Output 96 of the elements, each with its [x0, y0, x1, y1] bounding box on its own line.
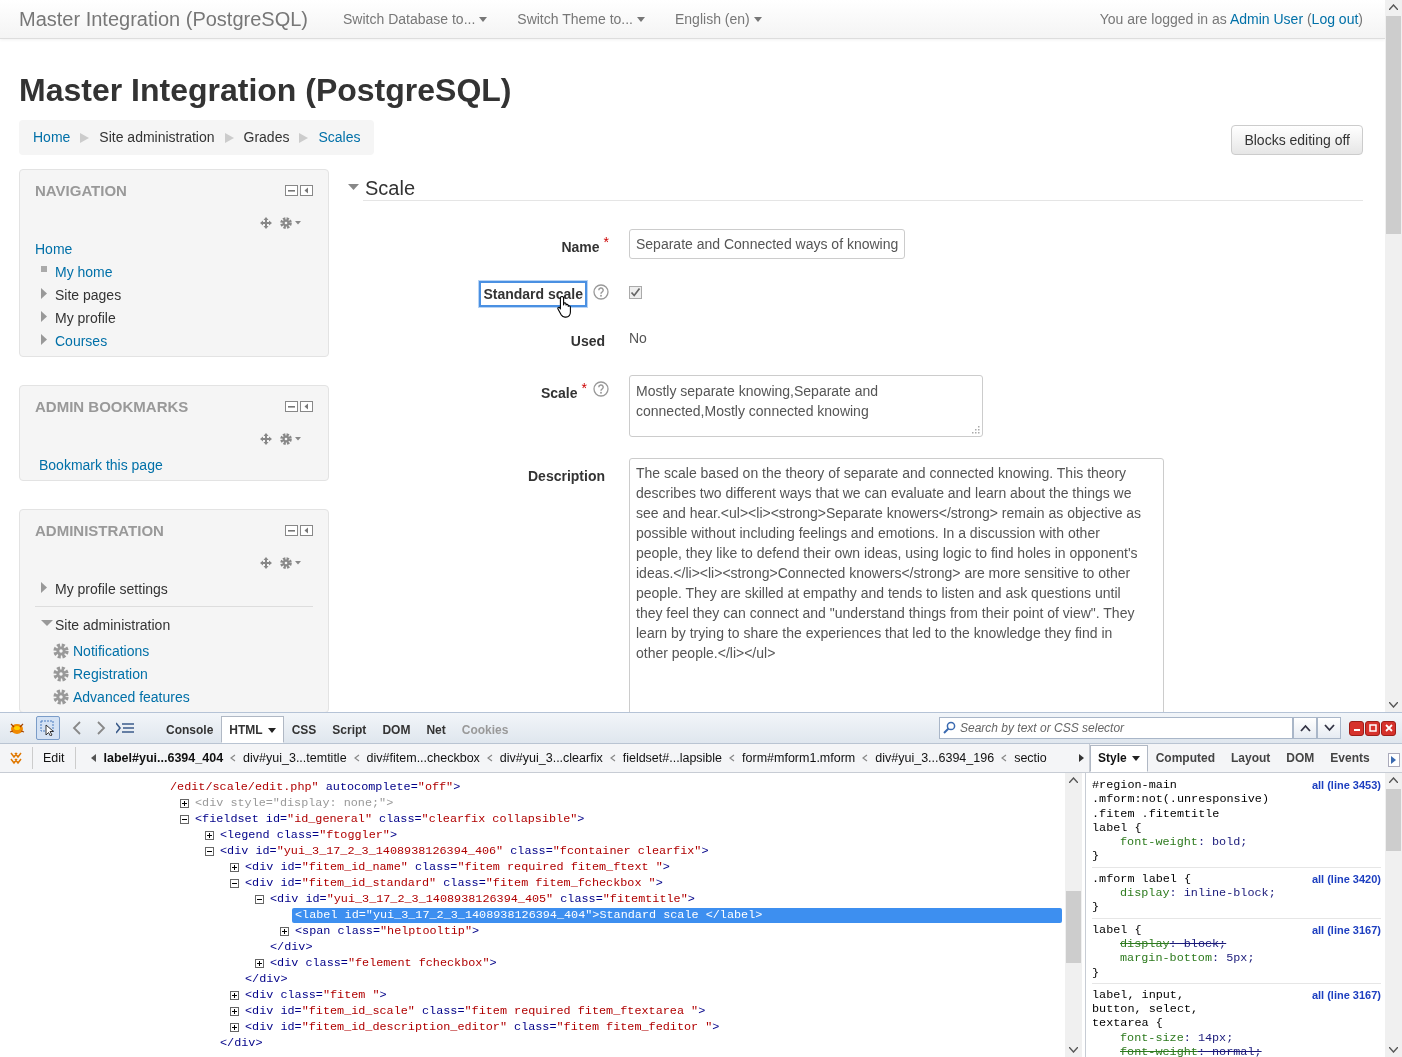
html-line[interactable]: <div id="yui_3_17_2_3_1408938126394_406" class="fcontainer clearfix"> [217, 843, 712, 859]
nav-link[interactable]: My home [55, 263, 113, 280]
block-title: ADMINISTRATION [35, 521, 164, 539]
path-item[interactable]: fieldset#...lapsible [622, 751, 723, 765]
breadcrumb-item: Site administration [99, 128, 215, 147]
html-line[interactable]: /edit/scale/edit.php" autocomplete="off"> [167, 779, 464, 795]
css-property[interactable]: font-weight: normal; [1092, 1045, 1381, 1057]
scale-field[interactable]: Mostly separate knowing,Separate and connected,Mostly connected knowing [629, 375, 983, 437]
nav-menu[interactable]: Switch Database to... [343, 11, 488, 27]
path-item[interactable]: div#yui_3...temtitle [243, 751, 347, 765]
breadcrumb-item: Grades [243, 128, 290, 147]
nav-link[interactable]: Bookmark this page [39, 456, 163, 473]
css-brace: } [1092, 849, 1101, 864]
css-source-link[interactable]: all (line 3420) [1311, 871, 1381, 887]
side-tab[interactable]: DOM [1278, 745, 1323, 772]
field-label: Scale [539, 384, 579, 403]
html-line[interactable]: <div id="fitem_id_description_editor" class="fitem fitem_feditor "> [242, 1019, 723, 1035]
css-property[interactable]: display: inline-block; [1092, 886, 1381, 901]
css-selector: label { [1092, 820, 1143, 836]
path-item[interactable]: div#fitem...checkbox [366, 751, 480, 765]
html-line[interactable]: <div class="felement fcheckbox"> [267, 955, 500, 971]
css-selector: label, input, [1092, 987, 1186, 1003]
css-brace: } [1092, 965, 1101, 980]
path-item[interactable]: div#yui_3...clearfix [499, 751, 603, 765]
css-source-link[interactable]: all (line 3167) [1311, 922, 1381, 937]
html-line[interactable]: </div> [267, 939, 316, 955]
section-title[interactable]: Scale [365, 176, 416, 200]
field-label: Standard scale [479, 281, 587, 307]
nav-link[interactable]: Registration [73, 665, 148, 682]
site-name[interactable]: Master Integration (PostgreSQL) [19, 7, 308, 31]
field-label: Description [527, 467, 606, 486]
css-selector: textarea { [1092, 1016, 1164, 1031]
html-line[interactable]: <legend class="ftoggler"> [217, 827, 400, 843]
side-tab[interactable]: Events [1322, 745, 1378, 772]
html-line[interactable]: <div class="fitem "> [242, 987, 390, 1003]
html-line[interactable]: <div id="fitem_id_standard" class="fitem fitem_fcheckbox "> [242, 875, 666, 891]
nav-menu[interactable]: English (en) [675, 11, 762, 27]
css-brace: } [1092, 900, 1101, 915]
panel-tab[interactable]: Net [418, 716, 454, 743]
nav-item[interactable]: Site administration [55, 616, 171, 633]
side-tab[interactable]: Style [1090, 745, 1148, 772]
html-line[interactable]: </div> [217, 1035, 266, 1051]
css-selector: button, select, [1092, 1002, 1199, 1017]
css-property[interactable]: display: block; [1092, 936, 1381, 952]
blocks-editing-button[interactable]: Blocks editing off [1231, 125, 1363, 155]
css-selector: .mform:not(.unresponsive) [1092, 792, 1269, 807]
panel-tab[interactable]: Script [324, 716, 375, 743]
logout-link[interactable]: Log out [1311, 11, 1359, 27]
nav-link[interactable]: Notifications [73, 642, 150, 659]
field-label: Name [560, 238, 601, 257]
page-title: Master Integration (PostgreSQL) [19, 72, 513, 108]
html-line[interactable]: <div id="yui_3_17_2_3_1408938126394_405" class="fitemtitle"> [267, 891, 698, 907]
html-line[interactable]: <div id="fitem_id_name" class="fitem required fitem_ftext "> [242, 859, 673, 875]
nav-link[interactable]: Courses [55, 332, 108, 349]
breadcrumb-link[interactable]: Home [33, 128, 71, 147]
required-mark: * [581, 380, 587, 396]
html-line[interactable]: </div> [242, 971, 291, 987]
css-selector: .mform label { [1092, 871, 1192, 887]
required-mark: * [603, 234, 609, 250]
user-link[interactable]: Admin User [1229, 11, 1304, 27]
search-field[interactable]: Search by text or CSS selector [939, 717, 1293, 739]
block-title: NAVIGATION [35, 181, 127, 199]
html-line[interactable]: <fieldset id="id_general" class="clearfix collapsible"> [192, 811, 588, 827]
css-source-link[interactable]: all (line 3167) [1311, 987, 1381, 1031]
panel-tab[interactable]: HTML [221, 716, 284, 743]
edit-button[interactable]: Edit [32, 747, 76, 769]
css-property[interactable]: margin-bottom: 5px; [1092, 951, 1381, 966]
path-item[interactable]: form#mform1.mform [742, 751, 856, 765]
css-selector: #region-main [1092, 778, 1178, 793]
nav-item[interactable]: My profile settings [55, 580, 168, 597]
path-item[interactable]: label#yui...6394_404 [103, 751, 224, 765]
nav-menu[interactable]: Switch Theme to... [517, 11, 645, 27]
path-item[interactable]: div#yui_3...6394_196 [875, 751, 995, 765]
field-label: Used [569, 332, 606, 351]
css-selector: .fitem .fitemtitle [1092, 806, 1221, 821]
name-field[interactable]: Separate and Connected ways of knowing [629, 229, 906, 259]
side-tab[interactable]: Layout [1223, 745, 1279, 772]
panel-tab[interactable]: DOM [374, 716, 419, 743]
nav-link[interactable]: Advanced features [73, 688, 190, 705]
panel-tab[interactable]: Console [158, 716, 222, 743]
nav-item[interactable]: My profile [55, 309, 116, 326]
side-tab[interactable]: Computed [1147, 745, 1223, 772]
html-line[interactable]: <div id="fitem_id_scale" class="fitem required fitem_ftextarea "> [242, 1003, 709, 1019]
field-value: No [629, 329, 647, 348]
nav-item[interactable]: Site pages [55, 286, 122, 303]
login-info: You are logged in as Admin User (Log out) [1099, 11, 1363, 27]
nav-link[interactable]: Home [35, 240, 73, 257]
css-property[interactable]: font-weight: bold; [1092, 835, 1381, 850]
html-line[interactable]: <span class="helptooltip"> [292, 923, 483, 939]
css-source-link[interactable]: all (line 3453) [1311, 778, 1381, 836]
css-property[interactable]: font-size: 14px; [1092, 1030, 1381, 1046]
panel-tab[interactable]: CSS [283, 716, 325, 743]
path-item[interactable]: sectio [1014, 751, 1047, 765]
breadcrumb-link[interactable]: Scales [318, 128, 361, 147]
css-selector: label { [1092, 922, 1142, 937]
block-title: ADMIN BOOKMARKS [35, 397, 189, 415]
